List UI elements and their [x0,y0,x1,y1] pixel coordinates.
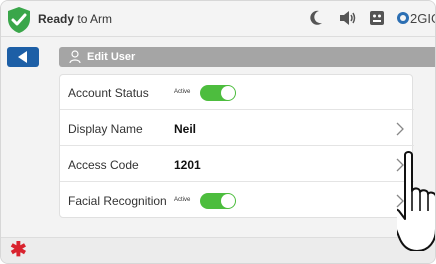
panel-screen: Ready to Arm 2GIG Edit User Acco [0,0,436,264]
arm-status: Ready to Arm [38,12,113,26]
emergency-icon[interactable]: ✱ [10,240,27,260]
account-status-label: Account Status [68,86,149,100]
brand-logo: 2GIG [397,11,435,26]
volume-icon[interactable] [339,10,357,26]
back-button[interactable] [7,47,39,67]
moon-icon[interactable] [309,10,323,26]
access-code-row[interactable]: Access Code 1201 [60,147,414,182]
facial-recognition-toggle-label: Active [174,197,191,203]
display-name-label: Display Name [68,122,143,136]
account-status-row: Account Status Active [60,75,414,110]
facial-recognition-row[interactable]: Facial Recognition Active [60,183,414,218]
settings-card: Account Status Active Display Name Neil … [59,74,414,218]
facial-recognition-label: Facial Recognition [68,194,167,208]
brand-logo-icon [397,12,409,24]
account-status-toggle-label: Active [174,89,191,95]
account-status-toggle[interactable] [200,85,236,101]
status-bar: Ready to Arm 2GIG [1,1,435,37]
hand-pointer-icon [397,151,435,251]
page-header: Edit User [59,47,435,67]
access-code-value: 1201 [174,158,201,172]
facial-recognition-toggle[interactable] [200,193,236,209]
access-code-label: Access Code [68,158,139,172]
bottom-bar: ✱ [1,237,435,263]
display-name-row[interactable]: Display Name Neil [60,111,414,146]
chevron-right-icon [396,122,404,136]
back-arrow-icon [18,51,27,63]
page-title: Edit User [87,51,136,63]
user-icon [69,50,81,64]
shield-check-icon [8,7,30,33]
display-name-value: Neil [174,122,197,136]
display-icon[interactable] [369,10,385,26]
